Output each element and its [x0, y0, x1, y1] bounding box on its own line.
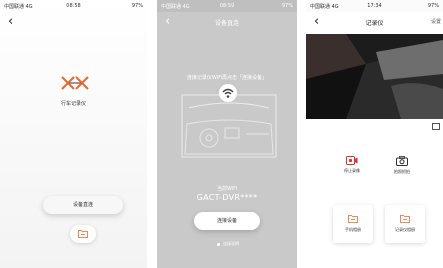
screen-direct-connect: 中国联通 4G 08:59 97% ‹ 设备直连 连接记录仪WiFi再点击「连接…: [157, 0, 297, 268]
page-title: 记录仪: [365, 20, 384, 27]
record-camera-icon: [346, 156, 358, 165]
fullscreen-icon[interactable]: [432, 123, 440, 130]
carrier-label: 中国联通 4G: [310, 4, 339, 10]
direct-connect-button[interactable]: 设备直连: [43, 196, 123, 214]
wifi-ssid: GACT-DVR****: [196, 193, 258, 202]
battery-label: 97%: [281, 3, 293, 9]
folder-icon: [400, 215, 410, 223]
connect-instructions-label: 连接说明: [223, 241, 239, 246]
page-title: 设备直连: [214, 20, 239, 27]
screen-home: 中国联通 4G 08:58 97% ‹ 行车记录仪 设备直连: [0, 0, 147, 268]
connect-device-button[interactable]: 连接设备: [194, 212, 260, 230]
clock: 08:59: [219, 3, 235, 9]
clock: 08:58: [66, 3, 81, 9]
app-name-label: 行车记录仪: [60, 101, 86, 107]
folder-icon: [78, 230, 88, 238]
album-button[interactable]: [70, 225, 96, 243]
camera-icon: [396, 156, 408, 166]
battery-label: 97%: [131, 3, 143, 9]
capture-label: 拍照抓拍: [394, 169, 410, 174]
screen-recorder: 中国联通 4G 17:34 97% ‹ 记录仪 设置 停止录像 拍照抓拍 手机相…: [306, 0, 443, 268]
dashcam-logo-icon: [61, 76, 89, 90]
recorder-album-label: 记录仪相册: [395, 227, 415, 232]
phone-album-card[interactable]: 手机相册: [333, 205, 373, 243]
status-bar: 中国联通 4G 08:58 97%: [0, 0, 147, 12]
clock: 17:34: [367, 3, 382, 9]
carrier-label: 中国联通 4G: [161, 4, 190, 10]
bullet-icon: [217, 242, 220, 246]
phone-album-label: 手机相册: [345, 227, 361, 232]
wifi-icon: [219, 84, 237, 102]
live-video-preview[interactable]: [306, 34, 443, 119]
connect-hint: 连接记录仪WiFi再点击「连接设备」: [186, 75, 268, 81]
car-interior-illustration: [181, 94, 277, 158]
status-bar: 中国联通 4G 17:34 97%: [306, 0, 443, 12]
stop-record-button[interactable]: 停止录像: [332, 156, 372, 174]
carrier-label: 中国联通 4G: [4, 4, 33, 10]
settings-link[interactable]: 设置: [431, 18, 441, 25]
stop-record-label: 停止录像: [344, 168, 360, 173]
capture-button[interactable]: 拍照抓拍: [382, 156, 422, 175]
back-chevron-icon[interactable]: ‹: [8, 15, 13, 28]
recorder-album-card[interactable]: 记录仪相册: [385, 205, 425, 243]
current-wifi-label: 当前WiFi: [216, 186, 238, 192]
battery-label: 97%: [427, 3, 439, 9]
folder-icon: [348, 215, 358, 223]
video-frame: [306, 34, 443, 119]
connect-instructions-link[interactable]: 连接说明: [217, 241, 239, 247]
status-bar: 中国联通 4G 08:59 97%: [157, 0, 297, 12]
